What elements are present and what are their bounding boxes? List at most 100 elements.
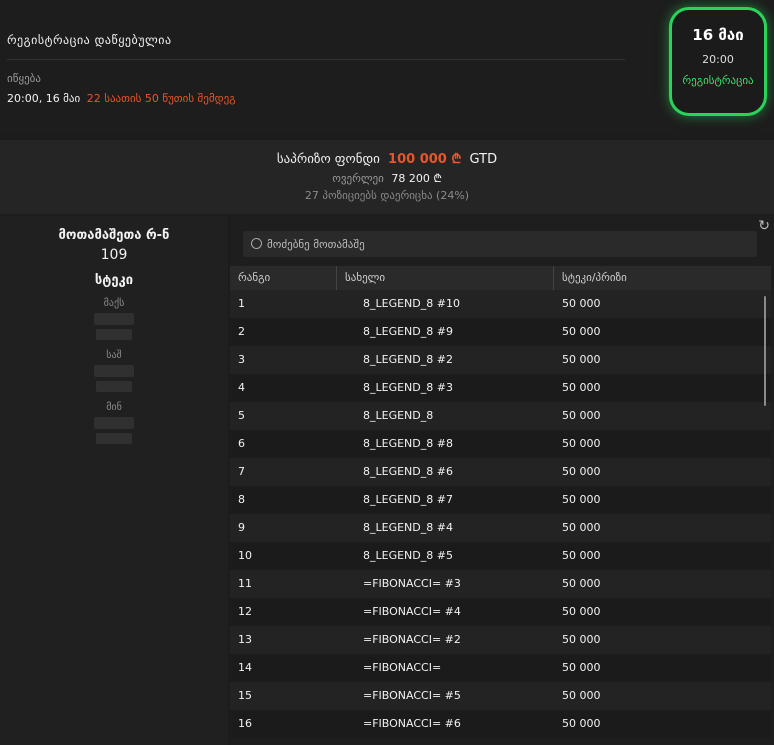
row-stack: 50 000 xyxy=(562,381,601,394)
row-player-name: =FIBONACCI= #3 xyxy=(363,577,461,590)
row-player-name: 8_LEGEND_8 xyxy=(363,409,434,422)
row-player-name: =FIBONACCI= xyxy=(363,661,442,674)
prize-pool-gtd: GTD xyxy=(469,152,498,167)
table-row[interactable]: 4 8_LEGEND_8 #3 50 000 xyxy=(230,374,771,402)
column-header-rank[interactable]: რანგი xyxy=(230,266,337,290)
overlay-amount: 78 200 ₾ xyxy=(391,172,442,185)
stack-title: სტეკი xyxy=(94,273,134,288)
stack-avg-placeholder xyxy=(94,365,134,377)
table-row[interactable]: 9 8_LEGEND_8 #4 50 000 xyxy=(230,514,771,542)
players-count-label: მოთამაშეთა რ-ნ xyxy=(58,228,170,243)
table-row[interactable]: 10 8_LEGEND_8 #5 50 000 xyxy=(230,542,771,570)
row-stack: 50 000 xyxy=(562,577,601,590)
start-datetime-line: 20:00, 16 მაი 22 საათის 50 წუთის შემდეგ xyxy=(7,92,236,105)
table-row[interactable]: 12 =FIBONACCI= #4 50 000 xyxy=(230,598,771,626)
row-player-name: 8_LEGEND_8 #2 xyxy=(363,353,453,366)
row-stack: 50 000 xyxy=(562,437,601,450)
table-scrollbar[interactable] xyxy=(764,296,766,406)
row-rank: 16 xyxy=(238,717,252,730)
players-table: რანგი სახელი სტეკი/პრიზი 1 8_LEGEND_8 #10… xyxy=(230,266,771,738)
prize-pool-label: საპრიზო ფონდი xyxy=(276,152,380,167)
row-player-name: 8_LEGEND_8 #5 xyxy=(363,549,453,562)
stack-max-placeholder-secondary xyxy=(96,329,132,340)
row-stack: 50 000 xyxy=(562,325,601,338)
table-row[interactable]: 16 =FIBONACCI= #6 50 000 xyxy=(230,710,771,738)
row-rank: 2 xyxy=(238,325,245,338)
stack-min-placeholder-secondary xyxy=(96,433,132,444)
row-player-name: =FIBONACCI= #6 xyxy=(363,717,461,730)
row-stack: 50 000 xyxy=(562,409,601,422)
badge-status: რეგისტრაცია xyxy=(682,74,754,87)
row-rank: 4 xyxy=(238,381,245,394)
badge-time: 20:00 xyxy=(702,53,734,66)
column-header-name[interactable]: სახელი xyxy=(337,266,554,290)
overlay-line: ოვერლეი 78 200 ₾ xyxy=(0,171,774,186)
registration-status-title: რეგისტრაცია დაწყებულია xyxy=(7,33,172,47)
start-datetime: 20:00, 16 მაი xyxy=(7,92,81,105)
row-player-name: 8_LEGEND_8 #9 xyxy=(363,325,453,338)
badge-date: 16 მაი xyxy=(692,26,744,44)
row-stack: 50 000 xyxy=(562,661,601,674)
search-input[interactable] xyxy=(267,231,747,257)
row-player-name: 8_LEGEND_8 #4 xyxy=(363,521,453,534)
players-count: 109 xyxy=(100,247,128,263)
stack-min-placeholder xyxy=(94,417,134,429)
row-rank: 12 xyxy=(238,605,252,618)
table-body: 1 8_LEGEND_8 #10 50 000 2 8_LEGEND_8 #9 50 00… xyxy=(230,290,771,738)
players-panel: ↻ რანგი სახელი სტეკი/პრიზი 1 8_LEGEND_8 #… xyxy=(230,216,774,745)
stack-max-placeholder xyxy=(94,313,134,325)
stack-min-label: მინ xyxy=(106,402,122,413)
search-icon xyxy=(251,238,262,249)
table-row[interactable]: 13 =FIBONACCI= #2 50 000 xyxy=(230,626,771,654)
row-rank: 14 xyxy=(238,661,252,674)
register-badge-button[interactable]: 16 მაი 20:00 რეგისტრაცია xyxy=(669,7,767,116)
table-row[interactable]: 5 8_LEGEND_8 50 000 xyxy=(230,402,771,430)
column-header-stack[interactable]: სტეკი/პრიზი xyxy=(554,266,771,290)
stats-panel: მოთამაშეთა რ-ნ 109 სტეკი მაქს საშ მინ xyxy=(0,216,228,745)
table-row[interactable]: 1 8_LEGEND_8 #10 50 000 xyxy=(230,290,771,318)
row-stack: 50 000 xyxy=(562,297,601,310)
row-rank: 6 xyxy=(238,437,245,450)
table-row[interactable]: 11 =FIBONACCI= #3 50 000 xyxy=(230,570,771,598)
row-rank: 10 xyxy=(238,549,252,562)
row-stack: 50 000 xyxy=(562,465,601,478)
row-player-name: 8_LEGEND_8 #7 xyxy=(363,493,453,506)
row-rank: 11 xyxy=(238,577,252,590)
row-rank: 15 xyxy=(238,689,252,702)
starts-label: იწყება xyxy=(7,72,41,85)
row-player-name: 8_LEGEND_8 #10 xyxy=(363,297,460,310)
prize-pool-line: საპრიზო ფონდი 100 000 ₾ GTD xyxy=(0,149,774,167)
row-stack: 50 000 xyxy=(562,717,601,730)
table-row[interactable]: 7 8_LEGEND_8 #6 50 000 xyxy=(230,458,771,486)
table-row[interactable]: 15 =FIBONACCI= #5 50 000 xyxy=(230,682,771,710)
table-row[interactable]: 6 8_LEGEND_8 #8 50 000 xyxy=(230,430,771,458)
table-row[interactable]: 3 8_LEGEND_8 #2 50 000 xyxy=(230,346,771,374)
stack-max-label: მაქს xyxy=(103,298,125,309)
table-header: რანგი სახელი სტეკი/პრიზი xyxy=(230,266,771,290)
search-box[interactable] xyxy=(243,231,757,257)
row-rank: 8 xyxy=(238,493,245,506)
row-rank: 13 xyxy=(238,633,252,646)
stack-avg-placeholder-secondary xyxy=(96,381,132,392)
table-row[interactable]: 8 8_LEGEND_8 #7 50 000 xyxy=(230,486,771,514)
stack-avg-label: საშ xyxy=(106,350,122,361)
prize-pool-amount: 100 000 ₾ xyxy=(388,152,462,167)
row-rank: 1 xyxy=(238,297,245,310)
header-divider xyxy=(7,59,625,60)
row-rank: 7 xyxy=(238,465,245,478)
row-stack: 50 000 xyxy=(562,605,601,618)
prize-pool-panel: საპრიზო ფონდი 100 000 ₾ GTD ოვერლეი 78 2… xyxy=(0,140,774,214)
table-row[interactable]: 2 8_LEGEND_8 #9 50 000 xyxy=(230,318,771,346)
start-countdown: 22 საათის 50 წუთის შემდეგ xyxy=(86,92,236,105)
table-row[interactable]: 14 =FIBONACCI= 50 000 xyxy=(230,654,771,682)
row-rank: 9 xyxy=(238,521,245,534)
refresh-icon[interactable]: ↻ xyxy=(758,218,770,234)
row-stack: 50 000 xyxy=(562,521,601,534)
paid-positions: 27 პოზიციებს დაერიცხა (24%) xyxy=(304,189,470,202)
tournament-header: რეგისტრაცია დაწყებულია იწყება 20:00, 16 … xyxy=(0,0,774,133)
row-player-name: 8_LEGEND_8 #6 xyxy=(363,465,453,478)
row-stack: 50 000 xyxy=(562,549,601,562)
row-stack: 50 000 xyxy=(562,493,601,506)
tournament-page: რეგისტრაცია დაწყებულია იწყება 20:00, 16 … xyxy=(0,0,774,745)
row-rank: 3 xyxy=(238,353,245,366)
